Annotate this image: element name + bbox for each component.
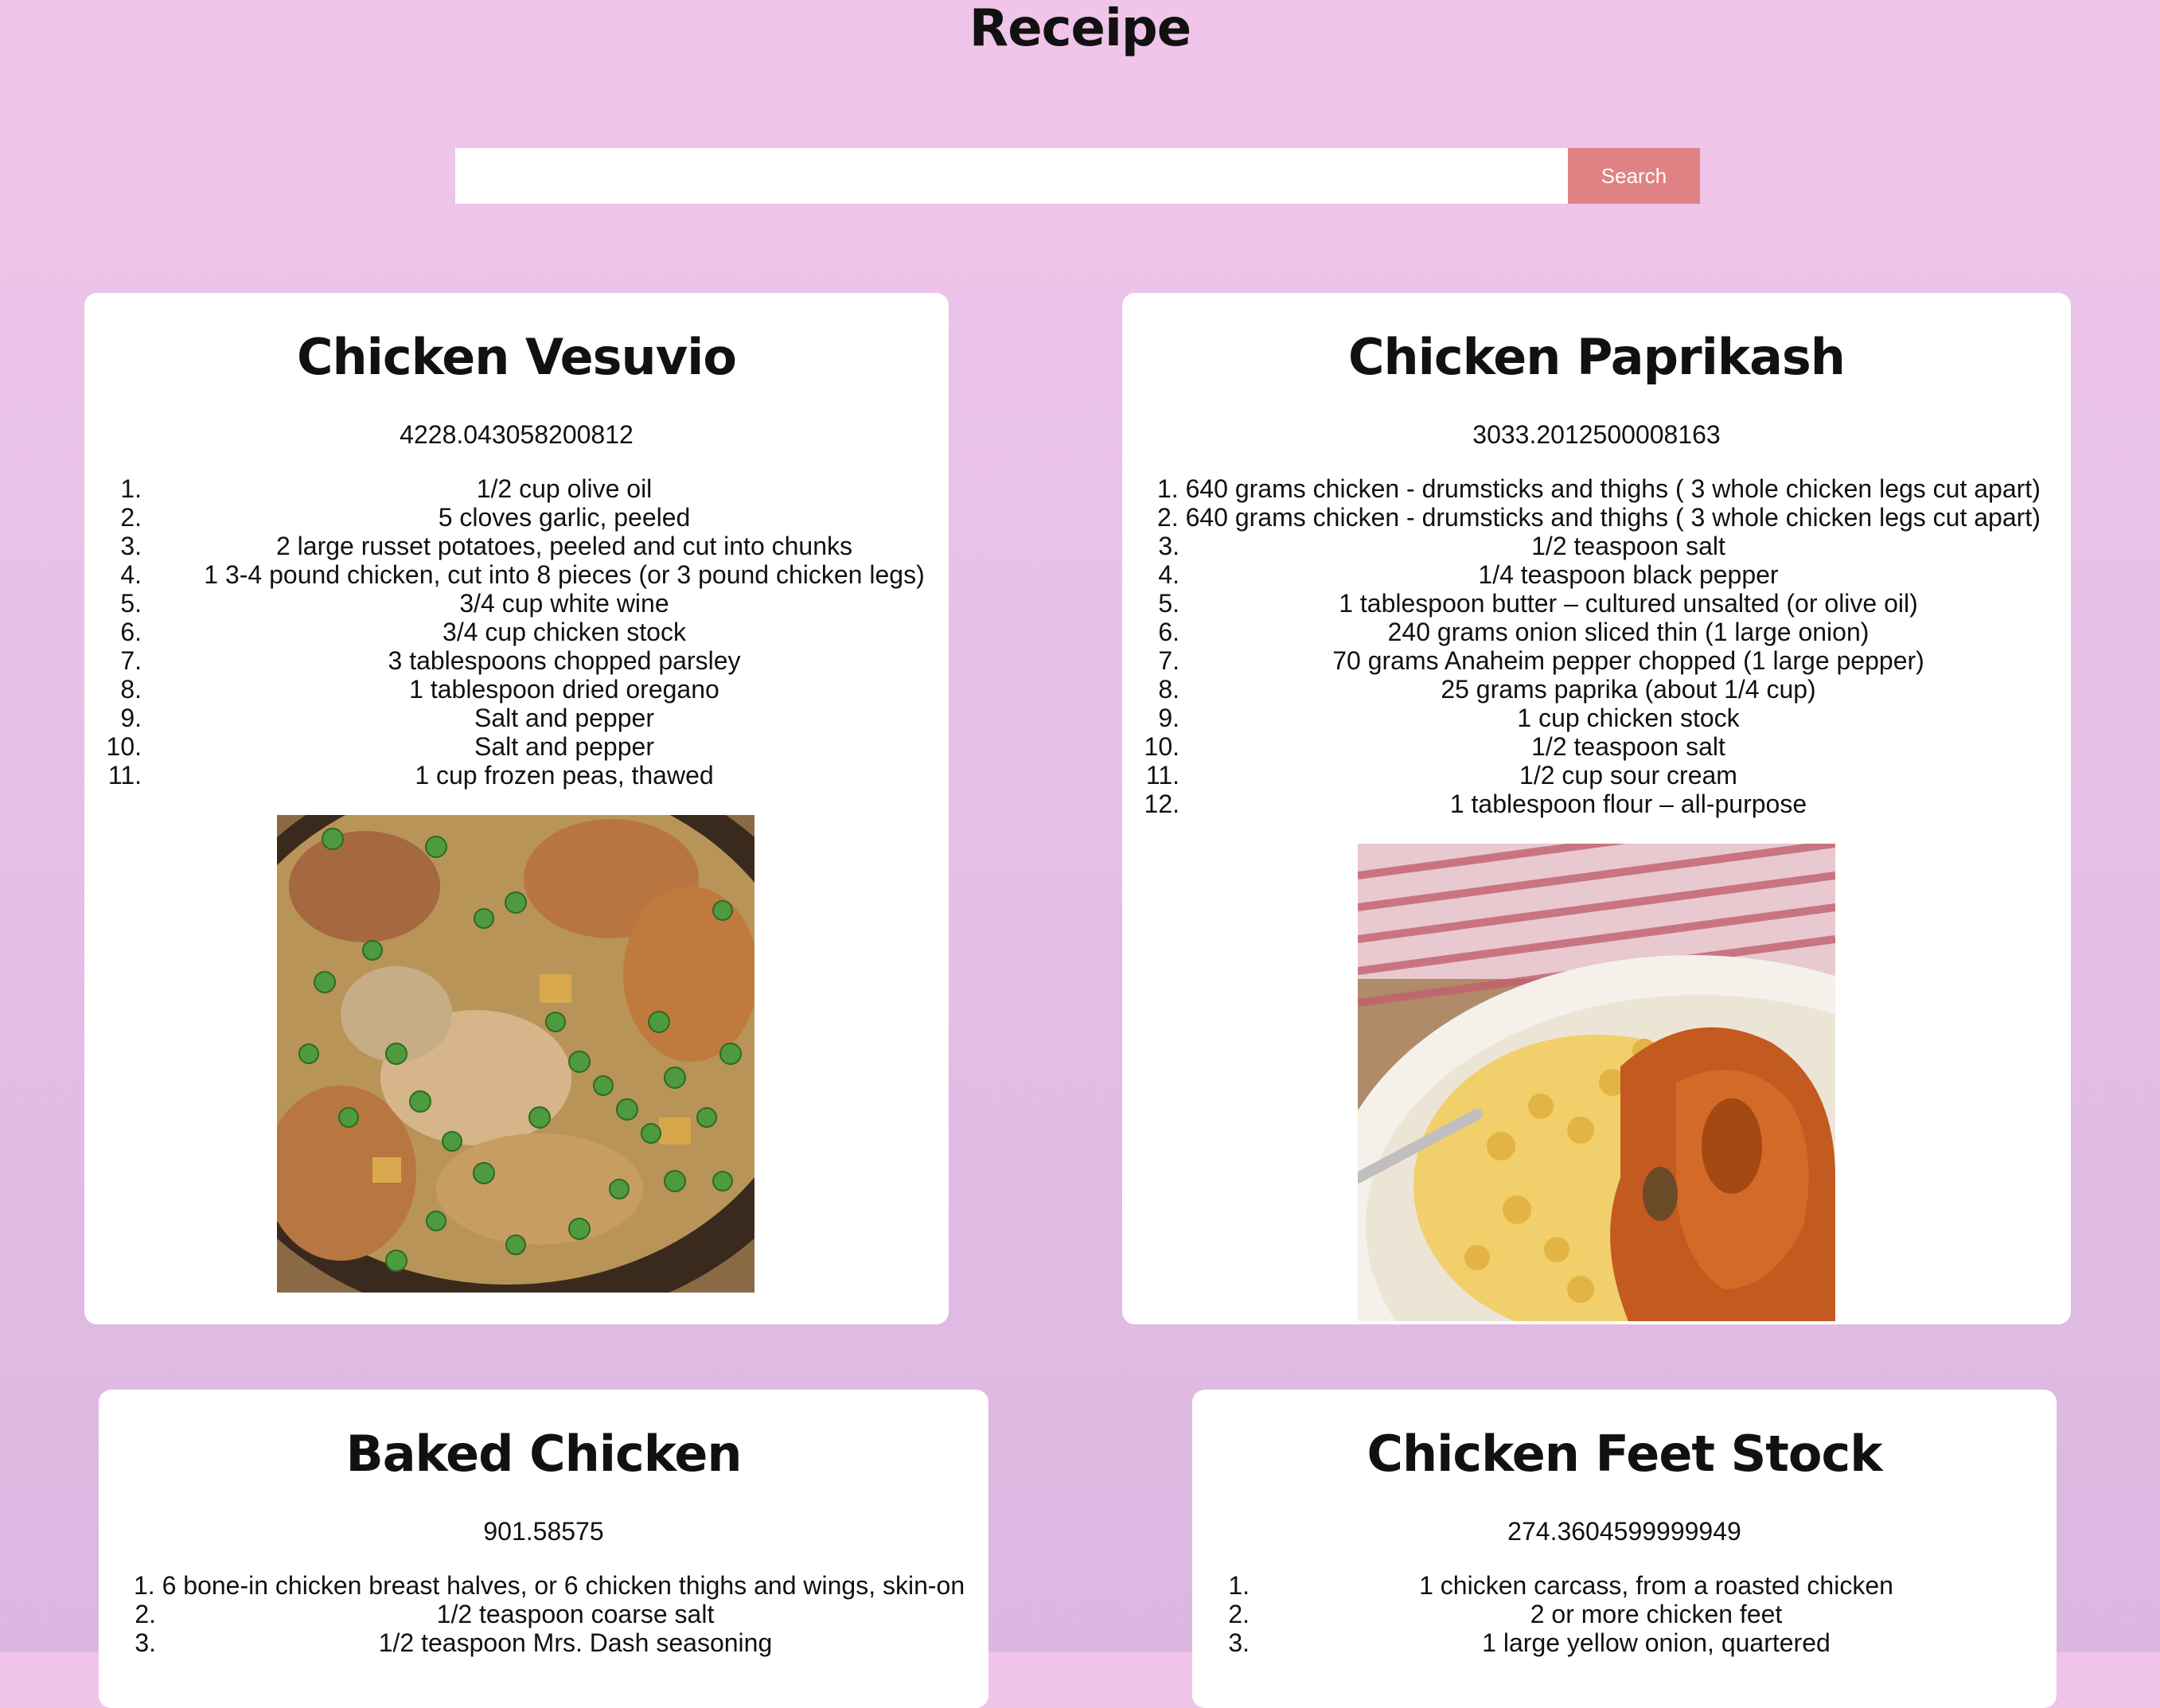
ingredient-item: 8. 1 tablespoon dried oregano <box>120 675 719 704</box>
ingredient-item: 4. 1/4 teaspoon black pepper <box>1158 560 1779 589</box>
ingredient-item: 3. 1/2 teaspoon Mrs. Dash seasoning <box>135 1628 773 1657</box>
ingredient-item: 1. 1 chicken carcass, from a roasted chic… <box>1228 1571 1893 1600</box>
recipe-title: Chicken Feet Stock <box>1367 1425 1882 1483</box>
recipe-card: Chicken Vesuvio 4228.043058200812 1. 1/2 … <box>84 293 949 1324</box>
recipe-card: Baked Chicken 901.58575 1. 6 bone-in chi… <box>99 1390 988 1708</box>
ingredient-item: 9. 1 cup chicken stock <box>1158 704 1740 732</box>
ingredient-list: 1. 1 chicken carcass, from a roasted chic… <box>1192 1571 2057 1657</box>
recipe-calories: 901.58575 <box>483 1517 604 1546</box>
ingredient-item: 11. 1/2 cup sour cream <box>1145 761 1737 790</box>
ingredient-item: 10. 1/2 teaspoon salt <box>1144 732 1725 761</box>
ingredient-item: 11. 1 cup frozen peas, thawed <box>107 761 714 790</box>
ingredient-item: 10. Salt and pepper <box>106 732 654 761</box>
chicken-vesuvio-illustration <box>277 815 754 1293</box>
recipe-calories: 3033.2012500008163 <box>1472 420 1721 449</box>
search-bar: Search <box>455 148 1700 204</box>
ingredient-list: 1. 1/2 cup olive oil 2. 5 cloves garlic, p… <box>84 474 949 790</box>
ingredient-item: 8. 25 grams paprika (about 1/4 cup) <box>1158 675 1816 704</box>
recipe-card: Chicken Paprikash 3033.2012500008163 1. … <box>1122 293 2071 1324</box>
ingredient-item: 1. 640 grams chicken - drumsticks and th… <box>1157 474 2041 503</box>
ingredient-item: 12. 1 tablespoon flour – all-purpose <box>1144 790 1807 818</box>
chicken-vesuvio-photo <box>277 815 754 1293</box>
ingredient-item: 1. 6 bone-in chicken breast halves, or 6… <box>134 1571 965 1600</box>
ingredient-item: 1. 1/2 cup olive oil <box>120 474 653 503</box>
ingredient-item: 2. 1/2 teaspoon coarse salt <box>135 1600 715 1628</box>
ingredient-item: 4. 1 3-4 pound chicken, cut into 8 pieces… <box>120 560 925 589</box>
ingredient-list: 1. 640 grams chicken - drumsticks and th… <box>1122 474 2071 818</box>
recipe-card: Chicken Feet Stock 274.3604599999949 1. 1… <box>1192 1390 2057 1708</box>
ingredient-item: 9. Salt and pepper <box>120 704 654 732</box>
ingredient-list: 1. 6 bone-in chicken breast halves, or 6… <box>99 1571 988 1657</box>
ingredient-item: 6. 3/4 cup chicken stock <box>120 618 686 646</box>
ingredient-item: 3. 2 large russet potatoes, peeled and cu… <box>120 532 853 560</box>
search-button[interactable]: Search <box>1568 148 1700 204</box>
search-input[interactable] <box>455 148 1568 204</box>
ingredient-item: 5. 1 tablespoon butter – cultured unsalte… <box>1158 589 1918 618</box>
recipe-calories: 4228.043058200812 <box>400 420 634 449</box>
recipe-title: Chicken Paprikash <box>1348 328 1846 386</box>
page-title: Receipe <box>969 0 1191 58</box>
ingredient-item: 2. 2 or more chicken feet <box>1228 1600 1783 1628</box>
recipe-calories: 274.3604599999949 <box>1507 1517 1741 1546</box>
ingredient-item: 5. 3/4 cup white wine <box>120 589 669 618</box>
ingredient-item: 7. 3 tablespoons chopped parsley <box>120 646 741 675</box>
ingredient-item: 3. 1 large yellow onion, quartered <box>1228 1628 1831 1657</box>
recipe-title: Baked Chicken <box>345 1425 742 1483</box>
chicken-paprikash-photo <box>1358 844 1835 1321</box>
ingredient-item: 6. 240 grams onion sliced thin (1 large o… <box>1158 618 1870 646</box>
ingredient-item: 2. 640 grams chicken - drumsticks and th… <box>1157 503 2041 532</box>
ingredient-item: 7. 70 grams Anaheim pepper chopped (1 lar… <box>1158 646 1924 675</box>
ingredient-item: 2. 5 cloves garlic, peeled <box>120 503 691 532</box>
ingredient-item: 3. 1/2 teaspoon salt <box>1158 532 1725 560</box>
recipe-title: Chicken Vesuvio <box>297 328 737 386</box>
chicken-paprikash-illustration <box>1358 844 1835 1321</box>
